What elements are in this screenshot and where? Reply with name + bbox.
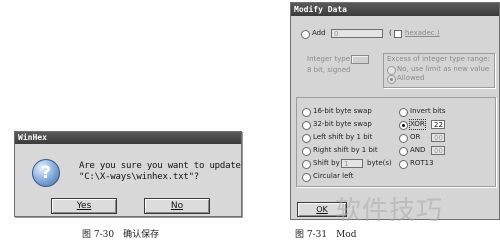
question-icon: ? xyxy=(32,159,60,187)
excess-option-limit: No, use limit as new value xyxy=(397,65,490,73)
no-label: No xyxy=(170,201,184,211)
modify-data-dialog: Modify Data Add 0 ( hexadec.) Integer ty… xyxy=(290,2,500,220)
op-left-shift-radio[interactable] xyxy=(302,134,311,143)
winhex-confirm-dialog: WinHex ? Are you sure you want to update… xyxy=(14,131,242,217)
op-right-shift-label: Right shift by 1 bit xyxy=(313,146,378,154)
op-16bit-swap-label: 16-bit byte swap xyxy=(313,107,372,115)
winhex-title: WinHex xyxy=(18,133,47,142)
xor-value-field[interactable]: 22 xyxy=(431,120,445,129)
and-value-field[interactable]: 00 xyxy=(431,146,445,155)
excess-label: Excess of integer type range: xyxy=(387,55,490,64)
excess-option-allowed: Allowed xyxy=(397,74,425,82)
op-16bit-swap-radio[interactable] xyxy=(302,108,311,117)
op-or-radio[interactable] xyxy=(399,134,408,143)
ok-label: OK xyxy=(316,205,328,214)
hexadec-paren: ( xyxy=(389,29,392,37)
op-invert-bits-radio[interactable] xyxy=(399,108,408,117)
modify-title-bar[interactable]: Modify Data xyxy=(291,3,499,16)
op-shift-by-radio[interactable] xyxy=(302,160,311,169)
confirm-message-line1: Are you sure you want to update xyxy=(79,161,241,171)
no-button[interactable]: No xyxy=(144,198,210,214)
op-xor-label: XOR xyxy=(409,119,426,130)
op-shift-by-label: Shift by xyxy=(313,159,340,167)
hexadec-label: hexadec.) xyxy=(405,29,440,37)
op-and-radio[interactable] xyxy=(399,147,408,156)
op-circular-left-label: Circular left xyxy=(313,172,354,180)
add-radio[interactable] xyxy=(301,30,310,39)
op-left-shift-label: Left shift by 1 bit xyxy=(313,133,373,141)
caption-figure-7-30: 图 7-30 确认保存 xyxy=(82,230,160,240)
yes-label: Yes xyxy=(76,201,92,211)
op-and-label: AND xyxy=(410,146,426,154)
yes-button[interactable]: Yes xyxy=(51,198,117,214)
add-value-field[interactable]: 0 xyxy=(331,29,383,38)
modify-title: Modify Data xyxy=(294,5,347,14)
integer-type-label: Integer type: xyxy=(307,55,353,63)
op-or-label: OR xyxy=(410,133,421,141)
hexadec-checkbox[interactable] xyxy=(394,30,402,38)
shift-by-field[interactable]: 1 xyxy=(341,159,363,168)
confirm-message: Are you sure you want to update "C:\X-wa… xyxy=(79,161,241,183)
op-right-shift-radio[interactable] xyxy=(302,147,311,156)
op-rot13-radio[interactable] xyxy=(399,160,408,169)
shift-unit-label: byte(s) xyxy=(367,159,392,167)
op-xor-radio[interactable] xyxy=(399,121,408,130)
or-value-field[interactable]: 00 xyxy=(431,133,445,142)
excess-allowed-radio[interactable] xyxy=(387,75,396,84)
integer-type-button[interactable] xyxy=(351,55,369,64)
caption-figure-7-31: 图 7-31 Mod xyxy=(295,230,357,240)
add-label: Add xyxy=(312,29,326,37)
op-invert-bits-label: Invert bits xyxy=(410,107,446,115)
integer-type-value: 8 bit, signed xyxy=(307,66,351,74)
excess-limit-radio[interactable] xyxy=(387,66,396,75)
op-32bit-swap-radio[interactable] xyxy=(302,121,311,130)
op-circular-left-radio[interactable] xyxy=(302,173,311,182)
op-32bit-swap-label: 32-bit byte swap xyxy=(313,120,372,128)
winhex-title-bar[interactable]: WinHex xyxy=(15,132,241,144)
watermark-text: 软件技巧 xyxy=(335,196,444,226)
confirm-message-line2: "C:\X-ways\winhex.txt"? xyxy=(79,172,200,182)
op-rot13-label: ROT13 xyxy=(410,159,434,167)
